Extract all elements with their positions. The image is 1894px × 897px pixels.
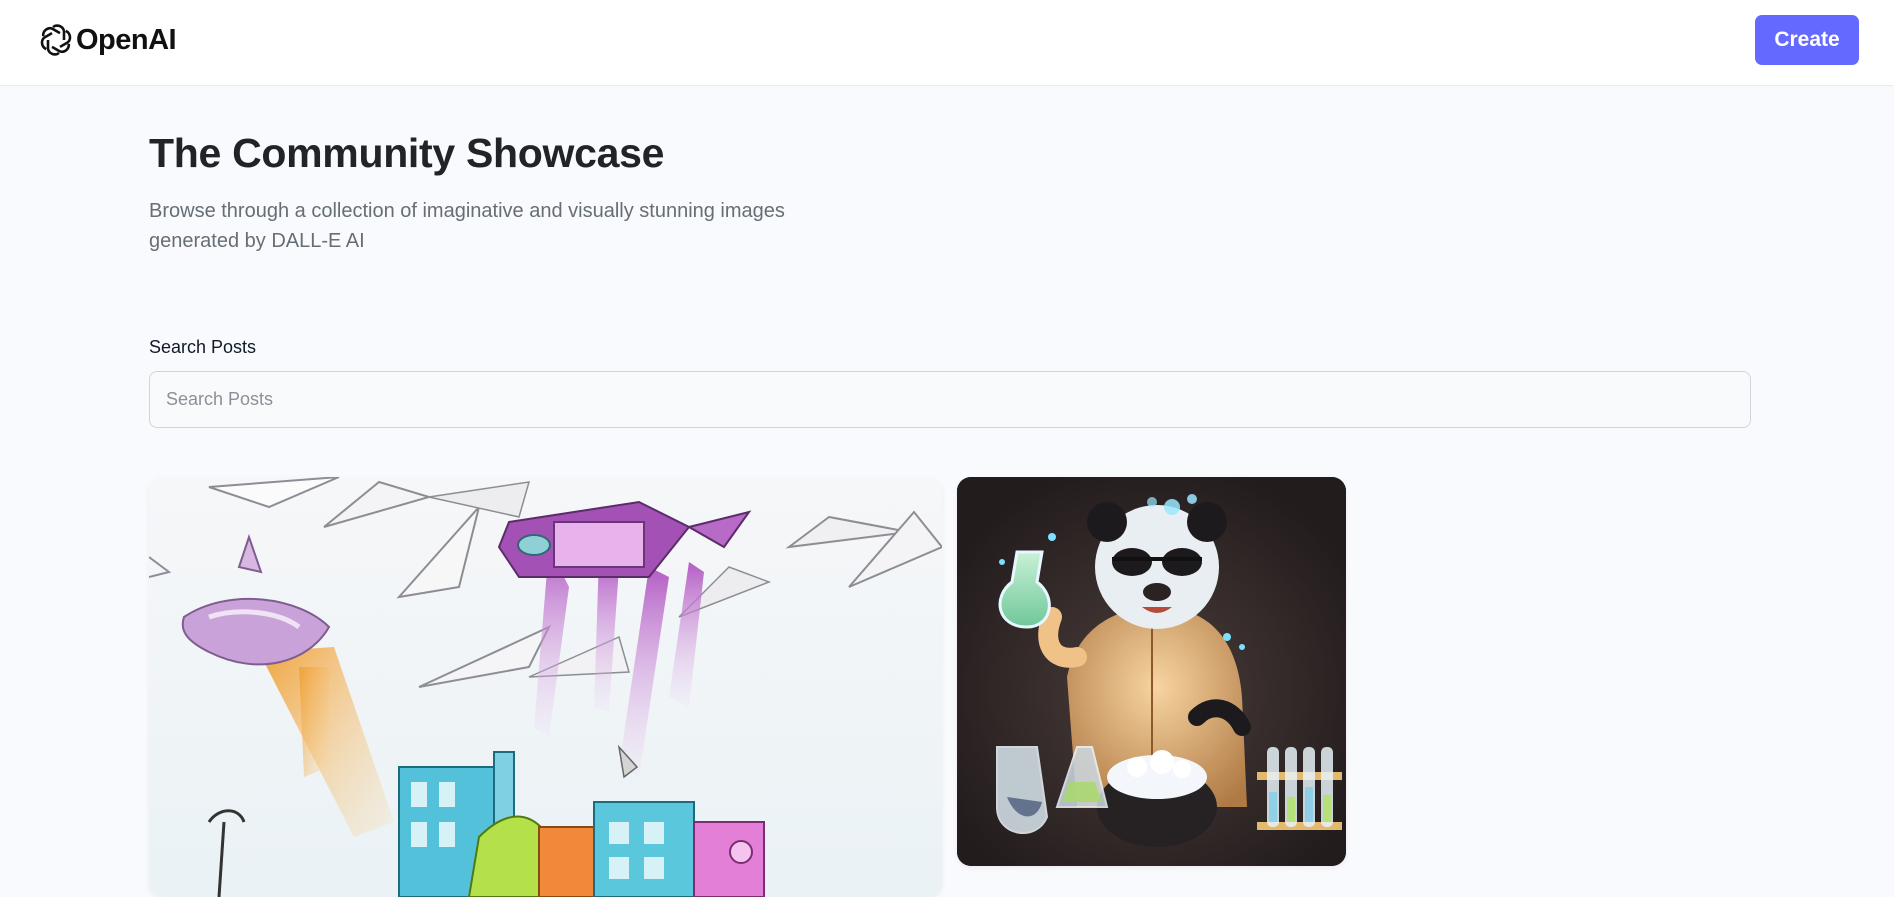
openai-logo-icon	[38, 22, 74, 58]
post-image	[957, 477, 1346, 866]
search-input[interactable]	[149, 371, 1751, 428]
post-card[interactable]	[957, 477, 1346, 866]
search-label: Search Posts	[149, 337, 257, 357]
header: OpenAI Create	[0, 0, 1894, 86]
page-title: The Community Showcase	[149, 130, 665, 176]
openai-logo-link[interactable]: OpenAI	[38, 20, 177, 60]
logo-text: OpenAI	[76, 23, 177, 56]
page-subtitle: Browse through a collection of imaginati…	[149, 200, 785, 252]
post-image	[149, 477, 942, 897]
post-card[interactable]	[149, 477, 942, 897]
create-button[interactable]: Create	[1755, 15, 1859, 65]
